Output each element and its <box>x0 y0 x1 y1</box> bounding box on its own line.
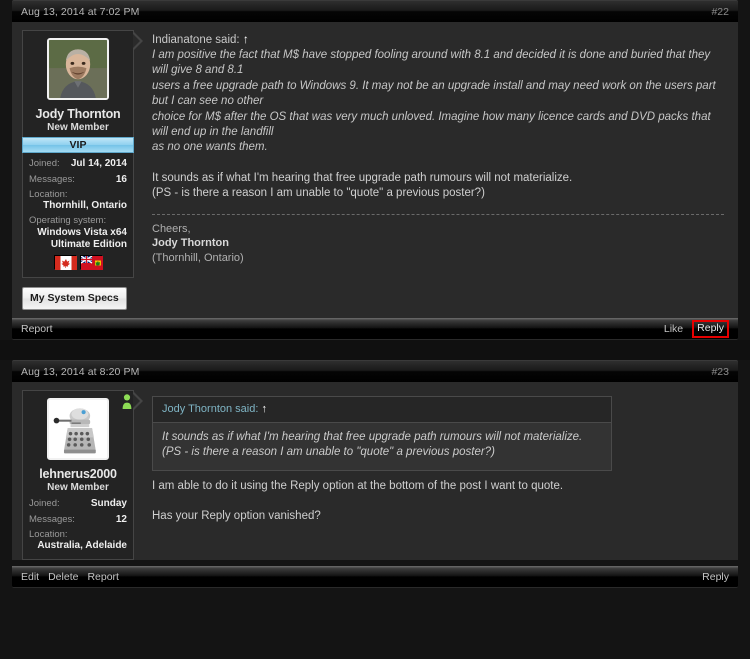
avatar[interactable] <box>47 38 109 100</box>
quote-line-2: (PS - is there a reason I am unable to "… <box>162 446 495 459</box>
report-link[interactable]: Report <box>87 571 119 583</box>
footer-left-links: Report <box>21 323 53 335</box>
reply-link[interactable]: Reply <box>692 319 729 338</box>
message-column: Indianatone said: ↑ I am positive the fa… <box>134 30 738 318</box>
joined-label: Joined: <box>29 498 60 509</box>
message-line-2: (PS - is there a reason I am unable to "… <box>152 187 485 200</box>
post-date: Aug 13, 2014 at 8:20 PM <box>21 365 140 378</box>
quote-line-1: It sounds as if what I'm hearing that fr… <box>162 431 583 443</box>
message-column: Jody Thornton said: ↑ It sounds as if wh… <box>134 390 738 560</box>
footer-right-links: Like Reply <box>664 319 729 338</box>
post-header: Aug 13, 2014 at 8:20 PM #23 <box>12 360 738 382</box>
quote-author[interactable]: Jody Thornton said: <box>162 403 258 415</box>
messages-value: 16 <box>115 174 127 185</box>
joined-value: Jul 14, 2014 <box>70 158 127 169</box>
post-footer: Edit Delete Report Reply <box>12 566 738 588</box>
quote-author[interactable]: Indianatone said: <box>152 34 240 46</box>
post-body: lehnerus2000 New Member Joined: Sunday M… <box>12 382 738 560</box>
post-number[interactable]: #22 <box>711 6 729 18</box>
text-spacer <box>152 156 724 171</box>
user-flags <box>29 255 127 270</box>
footer-left-links: Edit Delete Report <box>21 571 119 583</box>
signature-line-1: Cheers, <box>152 222 191 235</box>
stat-joined: Joined: Jul 14, 2014 <box>29 158 127 169</box>
os-value-line2: Ultimate Edition <box>50 239 127 250</box>
stat-location: Location: Australia, Adelaide <box>29 529 127 551</box>
avatar-wrapper <box>29 394 132 460</box>
os-label: Operating system: <box>29 215 107 226</box>
post-arrow-pointer <box>133 392 143 410</box>
avatar[interactable] <box>47 398 109 460</box>
quote-line-1: I am positive the fact that M$ have stop… <box>152 49 711 77</box>
post-23: Aug 13, 2014 at 8:20 PM #23 lehnerus2000… <box>0 360 750 588</box>
reply-link[interactable]: Reply <box>702 571 729 583</box>
message-line-3: Has your Reply option vanished? <box>152 510 321 523</box>
user-title: New Member <box>47 122 109 133</box>
user-column: Jody Thornton New Member VIP Joined: Jul… <box>22 30 134 318</box>
delete-link[interactable]: Delete <box>48 571 78 583</box>
canada-flag <box>54 255 77 270</box>
user-name[interactable]: Jody Thornton <box>29 107 127 121</box>
user-title: New Member <box>47 482 109 493</box>
post-number[interactable]: #23 <box>711 366 729 378</box>
my-system-specs-button[interactable]: My System Specs <box>22 287 127 310</box>
vip-badge: VIP <box>22 137 134 153</box>
quote-line-3: choice for M$ after the OS that was very… <box>152 110 711 139</box>
forum-thread-page: Aug 13, 2014 at 7:02 PM #22 Jody Thornto… <box>0 0 750 659</box>
location-value: Australia, Adelaide <box>37 540 127 551</box>
text-spacer <box>152 494 724 509</box>
post-gap <box>0 340 750 360</box>
post-body: Jody Thornton New Member VIP Joined: Jul… <box>12 22 738 318</box>
post-header: Aug 13, 2014 at 7:02 PM #22 <box>12 0 738 22</box>
like-link[interactable]: Like <box>664 323 683 335</box>
quote-box-body: It sounds as if what I'm hearing that fr… <box>153 423 611 470</box>
edit-link[interactable]: Edit <box>21 571 39 583</box>
footer-right-links: Reply <box>702 571 729 583</box>
location-value: Thornhill, Ontario <box>43 200 127 211</box>
post-22: Aug 13, 2014 at 7:02 PM #22 Jody Thornto… <box>0 0 750 340</box>
signature-line-3: (Thornhill, Ontario) <box>152 251 244 264</box>
online-status-icon <box>121 394 133 410</box>
post-arrow-pointer <box>133 32 143 50</box>
joined-label: Joined: <box>29 158 60 169</box>
ontario-flag <box>80 255 103 270</box>
messages-value: 12 <box>115 514 127 525</box>
post-date: Aug 13, 2014 at 7:02 PM <box>21 5 140 18</box>
messages-label: Messages: <box>29 514 75 525</box>
quote-box: Jody Thornton said: ↑ It sounds as if wh… <box>152 396 612 471</box>
messages-label: Messages: <box>29 174 75 185</box>
user-column: lehnerus2000 New Member Joined: Sunday M… <box>22 390 134 560</box>
location-label: Location: <box>29 189 68 200</box>
up-arrow-icon[interactable]: ↑ <box>261 403 267 415</box>
stat-messages: Messages: 12 <box>29 514 127 525</box>
report-link[interactable]: Report <box>21 323 53 335</box>
quote-line-2: users a free upgrade path to Windows 9. … <box>152 79 716 108</box>
stat-location: Location: Thornhill, Ontario <box>29 189 127 211</box>
message-line-1: I am able to do it using the Reply optio… <box>152 479 564 492</box>
stat-messages: Messages: 16 <box>29 174 127 185</box>
signature-separator <box>152 213 724 215</box>
user-name[interactable]: lehnerus2000 <box>29 467 127 481</box>
message-line-1: It sounds as if what I'm hearing that fr… <box>152 171 573 184</box>
signature-name: Jody Thornton <box>152 236 229 249</box>
up-arrow-icon[interactable]: ↑ <box>243 32 249 46</box>
user-info-box: Jody Thornton New Member VIP Joined: Jul… <box>22 30 134 278</box>
os-value-line1: Windows Vista x64 <box>37 227 127 238</box>
post-footer: Report Like Reply <box>12 318 738 340</box>
user-info-box: lehnerus2000 New Member Joined: Sunday M… <box>22 390 134 560</box>
quote-attribution: Indianatone said: ↑ <box>152 32 724 46</box>
stat-joined: Joined: Sunday <box>29 498 127 509</box>
quote-line-4: as no one wants them. <box>152 141 268 154</box>
avatar-wrapper <box>29 38 127 100</box>
location-label: Location: <box>29 529 68 540</box>
joined-value: Sunday <box>90 498 127 509</box>
stat-os: Operating system: Windows Vista x64 Ulti… <box>29 215 127 250</box>
quote-box-header: Jody Thornton said: ↑ <box>153 397 611 423</box>
